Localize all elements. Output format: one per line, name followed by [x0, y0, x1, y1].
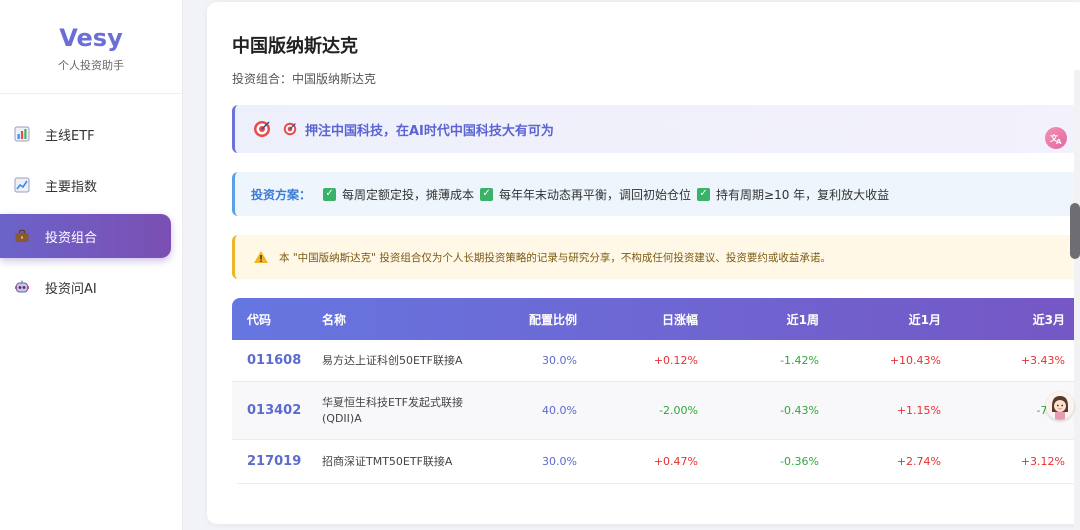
fund-day-change: -2.00% — [659, 404, 698, 417]
checkmark-icon: ✓ — [323, 187, 337, 201]
checkmark-icon: ✓ — [697, 187, 711, 201]
svg-text:A: A — [1056, 138, 1062, 145]
portfolio-card: 中国版纳斯达克 投资组合：中国版纳斯达克 押注中国科技，在AI时代中国科技大有可… — [207, 2, 1080, 524]
slogan-banner: 押注中国科技，在AI时代中国科技大有可为 — [232, 105, 1080, 153]
fund-day-change: +0.47% — [653, 455, 698, 468]
header-week: 近1周 — [786, 312, 819, 327]
fund-week-change: -0.43% — [780, 404, 819, 417]
fund-code[interactable]: 011608 — [232, 353, 322, 368]
fund-code[interactable]: 013402 — [232, 403, 322, 418]
disclaimer-banner: 本 "中国版纳斯达克" 投资组合仅为个人长期投资策略的记录与研究分享，不构成任何… — [232, 235, 1080, 279]
header-day: 日涨幅 — [661, 312, 698, 327]
assistant-avatar-icon[interactable] — [1046, 392, 1074, 420]
sidebar: Vesy 个人投资助手 主线ETF 主要指数 投资组合 投资问AI — [0, 0, 183, 530]
sidebar-item-label: 主线ETF — [45, 128, 95, 144]
fund-ratio: 40.0% — [542, 404, 577, 417]
scrollbar-thumb[interactable] — [1070, 203, 1080, 259]
sidebar-item-ask-ai[interactable]: 投资问AI — [0, 265, 170, 309]
warning-icon — [253, 250, 269, 264]
page-title: 中国版纳斯达克 — [232, 36, 358, 57]
fund-code[interactable]: 217019 — [232, 454, 322, 469]
fund-name: 招商深证TMT50ETF联接A — [322, 454, 453, 468]
holdings-table: 代码 名称 配置比例 日涨幅 近1周 近1月 近3月 011608 易方达上证科… — [232, 298, 1080, 484]
fund-month-change: +1.15% — [896, 404, 941, 417]
fund-month-change: +10.43% — [889, 354, 941, 367]
plan-item: 每周定额定投，摊薄成本 — [342, 187, 475, 202]
header-name: 名称 — [322, 312, 347, 327]
bar-chart-icon — [14, 126, 30, 142]
portfolio-subtitle: 投资组合：中国版纳斯达克 — [232, 72, 377, 86]
sidebar-item-major-index[interactable]: 主要指数 — [0, 163, 170, 207]
fund-name: 华夏恒生科技ETF发起式联接 (QDII)A — [322, 395, 492, 427]
brand-subtitle: 个人投资助手 — [58, 59, 124, 72]
fund-name-line: 华夏恒生科技ETF发起式联接 — [322, 395, 463, 409]
table-row[interactable]: 013402 华夏恒生科技ETF发起式联接 (QDII)A 40.0% -2.0… — [232, 382, 1080, 440]
plan-label: 投资方案： — [251, 187, 312, 202]
sidebar-item-main-etf[interactable]: 主线ETF — [0, 112, 170, 156]
sidebar-nav: 主线ETF 主要指数 投资组合 投资问AI — [0, 94, 182, 309]
checkmark-icon: ✓ — [480, 187, 494, 201]
brand-name: Vesy — [59, 24, 123, 52]
target-icon — [283, 122, 297, 136]
plan-item: 持有周期≥10 年，复利放大收益 — [716, 187, 890, 202]
fund-name-line: (QDII)A — [322, 411, 362, 425]
fund-3month-change: +3.43% — [1020, 354, 1065, 367]
target-icon — [253, 120, 271, 138]
robot-icon — [14, 279, 30, 295]
brand: Vesy 个人投资助手 — [0, 0, 182, 94]
fund-ratio: 30.0% — [542, 354, 577, 367]
fund-name: 易方达上证科创50ETF联接A — [322, 353, 463, 367]
table-row[interactable]: 011608 易方达上证科创50ETF联接A 30.0% +0.12% -1.4… — [232, 340, 1080, 382]
sidebar-item-label: 投资组合 — [45, 230, 98, 246]
translate-icon[interactable]: 文A — [1045, 127, 1067, 149]
line-chart-icon — [14, 177, 30, 193]
fund-3month-change: +3.12% — [1020, 455, 1065, 468]
header-month: 近1月 — [908, 312, 941, 327]
sidebar-item-portfolio[interactable]: 投资组合 — [0, 214, 171, 258]
page-scrollbar[interactable] — [1074, 70, 1080, 530]
fund-week-change: -1.42% — [780, 354, 819, 367]
fund-day-change: +0.12% — [653, 354, 698, 367]
disclaimer-text: 本 "中国版纳斯达克" 投资组合仅为个人长期投资策略的记录与研究分享，不构成任何… — [279, 251, 831, 264]
table-row[interactable]: 217019 招商深证TMT50ETF联接A 30.0% +0.47% -0.3… — [232, 440, 1080, 484]
sidebar-item-label: 主要指数 — [45, 179, 98, 195]
fund-week-change: -0.36% — [780, 455, 819, 468]
header-3month: 近3月 — [1032, 312, 1065, 327]
table-header: 代码 名称 配置比例 日涨幅 近1周 近1月 近3月 — [232, 298, 1080, 340]
header-ratio: 配置比例 — [528, 312, 577, 327]
fund-month-change: +2.74% — [896, 455, 941, 468]
header-code: 代码 — [247, 312, 272, 327]
sidebar-item-label: 投资问AI — [45, 281, 97, 297]
slogan-text: 押注中国科技，在AI时代中国科技大有可为 — [305, 123, 554, 139]
investment-plan: 投资方案： ✓ 每周定额定投，摊薄成本 ✓ 每年年末动态再平衡，调回初始仓位 ✓… — [232, 172, 1080, 216]
briefcase-icon — [14, 228, 30, 244]
plan-item: 每年年末动态再平衡，调回初始仓位 — [499, 187, 692, 202]
fund-ratio: 30.0% — [542, 455, 577, 468]
